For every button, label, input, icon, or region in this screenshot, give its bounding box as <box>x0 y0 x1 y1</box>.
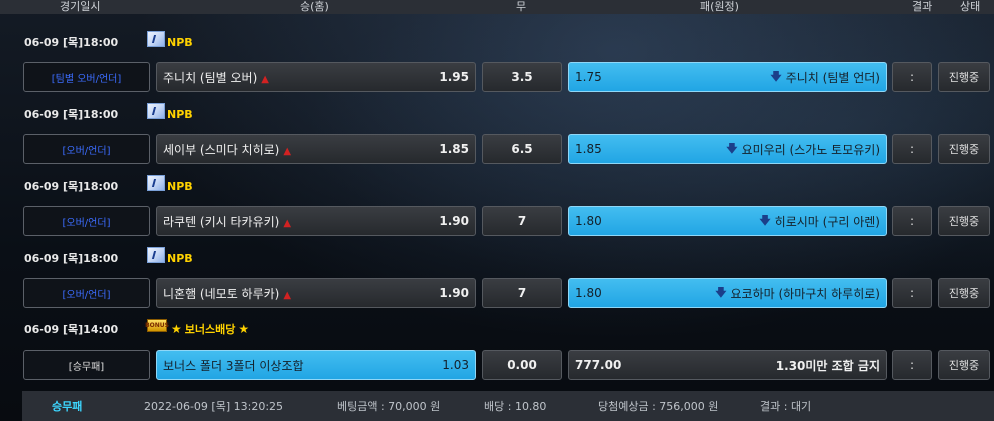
footer-time: 2022-06-09 [목] 13:20:25 <box>144 400 284 413</box>
away-odds: 1.80 <box>575 286 602 300</box>
game-datetime: 06-09 [목]18:00 <box>24 252 119 265</box>
away-odds-button[interactable]: 1.80 🡇 요코하마 (하마구치 하루히로) <box>568 278 887 308</box>
home-odds: 1.90 <box>439 286 469 300</box>
game-datetime: 06-09 [목]18:00 <box>24 36 119 49</box>
status-badge: 진행중 <box>938 134 990 164</box>
result-cell: : <box>892 350 932 380</box>
arrow-down-icon: 🡇 <box>715 285 727 299</box>
bonus-label: BONUS ★ 보너스배당 ★ <box>145 318 250 339</box>
footer-expected-win: 당첨예상금 : 756,000 원 <box>598 400 719 413</box>
away-team-name: 주니치 (팀별 언더) <box>785 70 880 85</box>
header-away: 패(원정) <box>700 0 739 13</box>
league-label: NPB <box>147 247 193 268</box>
japan-flag-icon <box>147 175 165 191</box>
home-odds-button[interactable]: 세이부 (스미다 치히로) ▲ 1.85 <box>156 134 476 164</box>
status-badge: 진행중 <box>938 350 990 380</box>
footer-result: 결과 : 대기 <box>760 400 812 413</box>
arrow-up-icon: ▲ <box>283 289 292 301</box>
draw-odds-button[interactable]: 7 <box>482 206 562 236</box>
home-team-name: 라쿠텐 (키시 타카유키) ▲ <box>163 214 292 229</box>
game-datetime: 06-09 [목]18:00 <box>24 108 119 121</box>
header-status: 상태 <box>960 0 981 13</box>
away-team-name: 요미우리 (스가노 토모유키) <box>741 142 880 157</box>
away-odds: 1.75 <box>575 70 602 84</box>
home-odds: 1.03 <box>442 358 469 372</box>
home-odds-button[interactable]: 주니치 (팀별 오버) ▲ 1.95 <box>156 62 476 92</box>
star-icon: ★ <box>238 322 250 336</box>
arrow-down-icon: 🡇 <box>759 213 771 227</box>
away-team-name: 1.30미만 조합 금지 <box>775 358 880 373</box>
home-odds-button[interactable]: 니혼햄 (네모토 하루카) ▲ 1.90 <box>156 278 476 308</box>
league-name: NPB <box>167 35 193 49</box>
away-odds-button[interactable]: 1.75 🡇 주니치 (팀별 언더) <box>568 62 887 92</box>
footer-amount: 베팅금액 : 70,000 원 <box>337 400 441 413</box>
home-team-name: 세이부 (스미다 치히로) ▲ <box>163 142 292 157</box>
arrow-down-icon: 🡇 <box>726 141 738 155</box>
arrow-up-icon: ▲ <box>283 217 292 229</box>
home-team-name: 보너스 폴더 3폴더 이상조합 <box>163 358 304 373</box>
header-date: 경기일시 <box>60 0 101 13</box>
status-badge: 진행중 <box>938 62 990 92</box>
away-odds-button[interactable]: 1.85 🡇 요미우리 (스가노 토모유키) <box>568 134 887 164</box>
result-cell: : <box>892 62 932 92</box>
result-cell: : <box>892 278 932 308</box>
league-name: NPB <box>167 179 193 193</box>
home-odds-button[interactable]: 보너스 폴더 3폴더 이상조합 1.03 <box>156 350 476 380</box>
away-odds: 1.85 <box>575 142 602 156</box>
home-odds: 1.85 <box>439 142 469 156</box>
away-odds-button[interactable]: 777.00 1.30미만 조합 금지 <box>568 350 887 380</box>
bet-type: [오버/언더] <box>23 134 150 164</box>
league-label: NPB <box>147 175 193 196</box>
arrow-up-icon: ▲ <box>261 73 269 85</box>
bet-type: [오버/언더] <box>23 206 150 236</box>
bet-type: [팀별 오버/언더] <box>23 62 150 92</box>
bonus-badge-icon: BONUS <box>145 318 169 332</box>
bet-type: [승무패] <box>23 350 150 380</box>
game-datetime: 06-09 [목]14:00 <box>24 323 119 336</box>
arrow-down-icon: 🡇 <box>770 69 782 83</box>
japan-flag-icon <box>147 247 165 263</box>
bet-type: [오버/언더] <box>23 278 150 308</box>
result-cell: : <box>892 134 932 164</box>
away-team-name: 히로시마 (구리 아렌) <box>774 214 880 229</box>
bet-summary-footer: 승무패 2022-06-09 [목] 13:20:25 베팅금액 : 70,00… <box>22 391 994 421</box>
draw-odds-button[interactable]: 0.00 <box>482 350 562 380</box>
away-odds-button[interactable]: 1.80 🡇 히로시마 (구리 아렌) <box>568 206 887 236</box>
draw-odds-button[interactable]: 7 <box>482 278 562 308</box>
away-odds: 777.00 <box>575 358 622 372</box>
draw-odds-button[interactable]: 6.5 <box>482 134 562 164</box>
game-datetime: 06-09 [목]18:00 <box>24 180 119 193</box>
japan-flag-icon <box>147 103 165 119</box>
home-odds: 1.95 <box>439 70 469 84</box>
home-team-name: 니혼햄 (네모토 하루카) ▲ <box>163 286 292 301</box>
league-label: NPB <box>147 31 193 52</box>
league-name: NPB <box>167 251 193 265</box>
bonus-title: 보너스배당 <box>184 323 236 336</box>
japan-flag-icon <box>147 31 165 47</box>
result-cell: : <box>892 206 932 236</box>
arrow-up-icon: ▲ <box>283 145 292 157</box>
header-result: 결과 <box>912 0 933 13</box>
home-team-name: 주니치 (팀별 오버) ▲ <box>163 70 269 85</box>
column-header: 경기일시 승(홈) 무 패(원정) 결과 상태 <box>0 0 994 14</box>
draw-odds-button[interactable]: 3.5 <box>482 62 562 92</box>
home-odds-button[interactable]: 라쿠텐 (키시 타카유키) ▲ 1.90 <box>156 206 476 236</box>
away-odds: 1.80 <box>575 214 602 228</box>
header-draw: 무 <box>516 0 527 13</box>
status-badge: 진행중 <box>938 278 990 308</box>
league-label: NPB <box>147 103 193 124</box>
bet-slip-panel: 경기일시 승(홈) 무 패(원정) 결과 상태 06-09 [목]18:00 N… <box>0 0 994 421</box>
home-odds: 1.90 <box>439 214 469 228</box>
league-name: NPB <box>167 107 193 121</box>
away-team-name: 요코하마 (하마구치 하루히로) <box>730 286 880 301</box>
star-icon: ★ <box>171 322 182 336</box>
footer-odds: 배당 : 10.80 <box>484 400 547 413</box>
footer-bet-type: 승무패 <box>52 400 83 413</box>
header-home: 승(홈) <box>300 0 329 13</box>
status-badge: 진행중 <box>938 206 990 236</box>
